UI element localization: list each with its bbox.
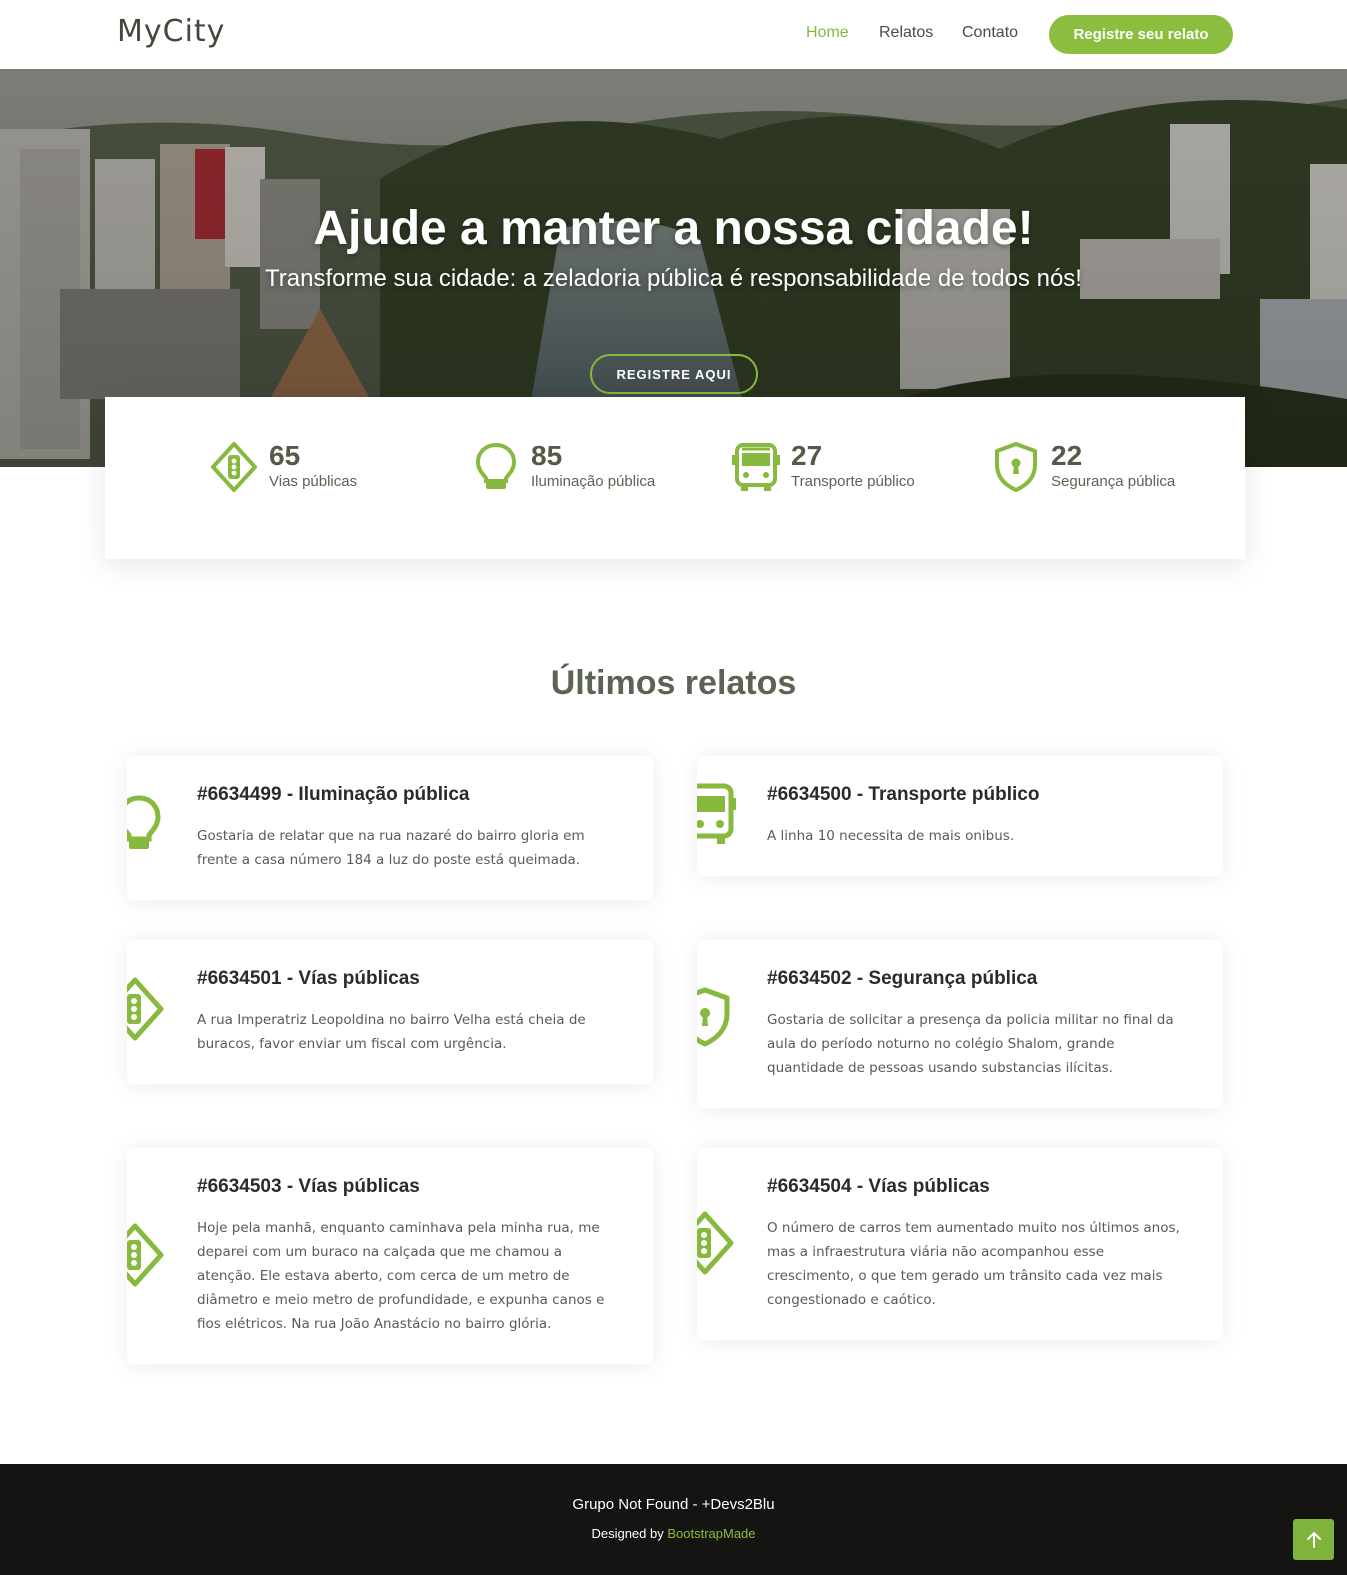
lightbulb-icon	[127, 795, 161, 849]
report-title: #6634500 - Transporte público	[767, 784, 1040, 805]
stat-iluminacao-publica: 85 Iluminação pública	[471, 441, 655, 493]
report-card[interactable]: #6634499 - Iluminação pública Gostaria d…	[127, 756, 653, 900]
site-header: MyCity Home Relatos Contato Registre seu…	[0, 0, 1347, 69]
report-title: #6634502 - Segurança pública	[767, 968, 1038, 989]
footer-designed-by: Designed by BootstrapMade	[0, 1526, 1347, 1541]
traffic-light-icon	[697, 1211, 734, 1275]
report-description: Gostaria de solicitar a presença da poli…	[767, 1012, 1174, 1076]
hero-subtitle: Transforme sua cidade: a zeladoria públi…	[265, 265, 1082, 292]
stat-label: Segurança pública	[1051, 473, 1176, 490]
report-card[interactable]: #6634504 - Vías públicas O número de car…	[697, 1148, 1223, 1340]
report-title: #6634503 - Vías públicas	[197, 1176, 420, 1197]
report-description: A rua Imperatriz Leopoldina no bairro Ve…	[197, 1012, 586, 1052]
stat-label: Transporte público	[791, 473, 915, 490]
hero-title: Ajude a manter a nossa cidade!	[313, 202, 1034, 255]
report-description: Gostaria de relatar que na rua nazaré do…	[197, 828, 585, 868]
shield-icon	[995, 442, 1037, 492]
traffic-light-icon	[127, 1223, 164, 1287]
report-card[interactable]: #6634500 - Transporte público A linha 10…	[697, 756, 1223, 876]
designed-by-label: Designed by	[591, 1526, 664, 1541]
stat-transporte-publico: 27 Transporte público	[731, 441, 915, 493]
stats-card: 65 Vias públicas 85 Iluminação pública 2…	[105, 397, 1245, 559]
footer-credits: Grupo Not Found - +Devs2Blu	[572, 1496, 775, 1513]
site-footer: Grupo Not Found - +Devs2Blu Designed by …	[0, 1464, 1347, 1575]
report-description: A linha 10 necessita de mais onibus.	[767, 828, 1015, 844]
bus-icon	[732, 443, 780, 491]
nav-relatos[interactable]: Relatos	[879, 24, 933, 42]
stat-value: 27	[791, 440, 823, 471]
stat-vias-publicas: 65 Vias públicas	[209, 441, 357, 493]
stat-value: 65	[269, 440, 301, 471]
bootstrapmade-link[interactable]: BootstrapMade	[667, 1526, 755, 1541]
site-logo[interactable]: MyCity	[117, 14, 225, 49]
nav-contato[interactable]: Contato	[962, 24, 1018, 42]
lightbulb-icon	[475, 442, 517, 489]
report-card[interactable]: #6634501 - Vías públicas A rua Imperatri…	[127, 940, 653, 1084]
stat-value: 22	[1051, 440, 1083, 471]
stat-seguranca-publica: 22 Segurança pública	[991, 441, 1175, 493]
traffic-light-icon	[127, 977, 164, 1041]
shield-icon	[697, 987, 730, 1047]
report-description: O número de carros tem aumentado muito n…	[767, 1220, 1180, 1308]
arrow-up-icon	[1306, 1531, 1321, 1548]
register-here-button[interactable]: REGISTRE AQUI	[590, 354, 758, 394]
stat-value: 85	[531, 440, 563, 471]
back-to-top-button[interactable]	[1293, 1519, 1334, 1560]
report-title: #6634501 - Vías públicas	[197, 968, 420, 989]
section-title: Últimos relatos	[550, 664, 797, 702]
report-title: #6634499 - Iluminação pública	[197, 784, 470, 805]
register-report-button[interactable]: Registre seu relato	[1049, 15, 1233, 54]
traffic-light-icon	[211, 442, 257, 492]
report-title: #6634504 - Vías públicas	[767, 1176, 990, 1197]
bus-icon	[697, 783, 736, 844]
stat-label: Iluminação pública	[531, 473, 656, 490]
report-card[interactable]: #6634503 - Vías públicas Hoje pela manhã…	[127, 1148, 653, 1364]
report-description: Hoje pela manhã, enquanto caminhava pela…	[197, 1220, 605, 1332]
stat-label: Vias públicas	[269, 473, 358, 490]
nav-home[interactable]: Home	[806, 24, 849, 42]
report-card[interactable]: #6634502 - Segurança pública Gostaria de…	[697, 940, 1223, 1108]
